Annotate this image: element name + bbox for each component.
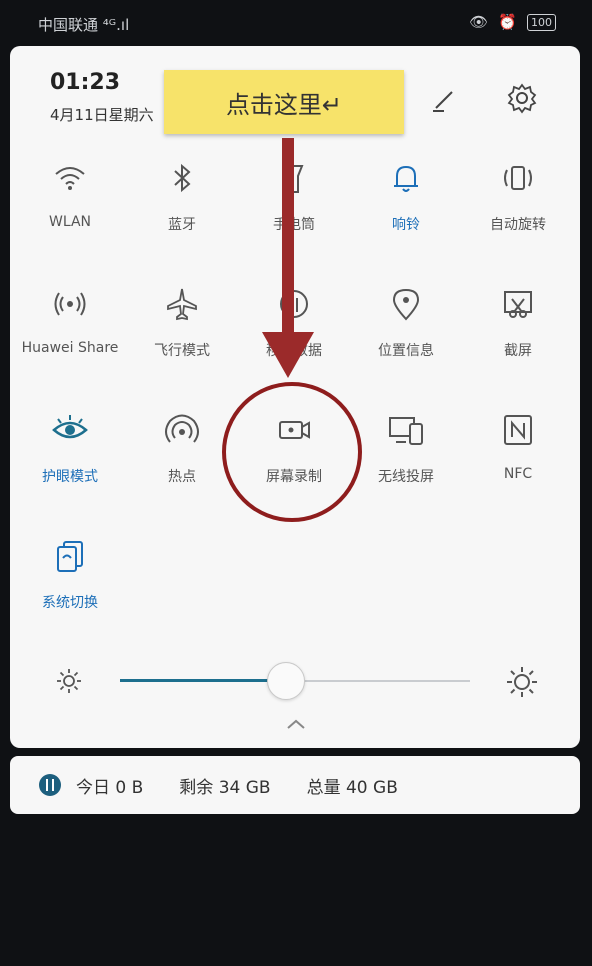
location-icon xyxy=(392,288,420,321)
settings-icon[interactable] xyxy=(506,82,538,114)
tile-airplane[interactable]: 飞行模式 xyxy=(126,284,238,394)
tile-huawei-share[interactable]: Huawei Share xyxy=(14,284,126,394)
system-switch-icon xyxy=(57,541,83,572)
signal-icon: ⁴ᴳ.ıl xyxy=(102,16,130,34)
tile-label: 飞行模式 xyxy=(154,343,210,359)
rotate-icon xyxy=(504,166,532,190)
brightness-low-icon xyxy=(57,669,81,693)
tile-auto-rotate[interactable]: 自动旋转 xyxy=(462,158,574,268)
tile-label: 系统切换 xyxy=(42,595,98,611)
tile-system-switch[interactable]: 系统切换 xyxy=(14,536,126,646)
carrier-label: 中国联通 ⁴ᴳ.ıl xyxy=(38,16,130,34)
flashlight-icon xyxy=(284,165,304,193)
storage-remaining: 剩余 34 GB xyxy=(179,777,271,798)
storage-bar: 今日 0 B 剩余 34 GB 总量 40 GB xyxy=(10,756,580,814)
storage-icon xyxy=(39,774,61,796)
alarm-icon: ⏰ xyxy=(498,13,517,31)
storage-total: 总量 40 GB xyxy=(306,777,398,798)
bluetooth-icon xyxy=(174,163,191,193)
share-icon xyxy=(54,292,86,316)
tile-label: 手电筒 xyxy=(273,217,315,233)
tile-wireless-projection[interactable]: 无线投屏 xyxy=(350,410,462,520)
tile-mobile-data[interactable]: 移动数据 xyxy=(238,284,350,394)
tile-label: Huawei Share xyxy=(21,340,119,356)
tile-label: WLAN xyxy=(48,214,91,230)
brightness-knob[interactable] xyxy=(266,662,305,700)
tile-label: NFC xyxy=(503,466,533,482)
battery-icon: 100 xyxy=(527,13,556,31)
tile-label: 护眼模式 xyxy=(42,469,98,485)
screenshot-icon xyxy=(504,291,532,318)
clock-time: 01:23 xyxy=(50,70,121,95)
airplane-icon xyxy=(167,288,197,321)
tile-hotspot[interactable]: 热点 xyxy=(126,410,238,520)
tile-label: 截屏 xyxy=(504,343,532,359)
tile-eye-comfort[interactable]: 护眼模式 xyxy=(14,410,126,520)
tile-label: 移动数据 xyxy=(266,343,322,359)
callout-note: 点击这里↵ xyxy=(164,70,404,134)
brightness-high-icon xyxy=(507,667,537,697)
nfc-icon xyxy=(504,415,532,445)
tile-screenshot[interactable]: 截屏 xyxy=(462,284,574,394)
chevron-up-icon[interactable] xyxy=(286,718,306,730)
cast-icon xyxy=(389,417,423,445)
tile-label: 蓝牙 xyxy=(168,217,196,233)
status-bar: 中国联通 ⁴ᴳ.ıl 👁 ⏰ 100 xyxy=(0,0,592,46)
screen-record-icon xyxy=(279,421,310,439)
mobile-data-icon xyxy=(280,290,308,318)
tile-flashlight[interactable]: 手电筒 xyxy=(238,158,350,268)
hotspot-icon xyxy=(165,414,199,443)
wifi-icon xyxy=(55,167,85,190)
brightness-slider[interactable] xyxy=(10,656,580,706)
tile-bluetooth[interactable]: 蓝牙 xyxy=(126,158,238,268)
data-usage-today: 今日 0 B xyxy=(76,777,144,798)
quick-settings-panel: 01:23 4月11日星期六 WLAN 蓝牙 手电筒 响铃 自动旋转 Huawe… xyxy=(10,46,580,748)
brightness-fill xyxy=(120,679,285,682)
phone-screen: 中国联通 ⁴ᴳ.ıl 👁 ⏰ 100 01:23 4月11日星期六 WLAN 蓝… xyxy=(0,0,592,966)
edit-icon[interactable] xyxy=(430,84,460,114)
tile-ring[interactable]: 响铃 xyxy=(350,158,462,268)
tile-label: 屏幕录制 xyxy=(266,469,322,485)
eye-comfort-icon: 👁 xyxy=(469,13,489,31)
bell-icon xyxy=(394,165,418,192)
tile-label: 热点 xyxy=(168,469,196,485)
tile-label: 自动旋转 xyxy=(490,217,546,233)
tile-nfc[interactable]: NFC xyxy=(462,410,574,520)
tile-screen-record[interactable]: 屏幕录制 xyxy=(238,410,350,520)
status-icons: 👁 ⏰ 100 xyxy=(469,13,556,31)
tile-label: 位置信息 xyxy=(378,343,434,359)
tile-label: 响铃 xyxy=(392,217,420,233)
clock-date: 4月11日星期六 xyxy=(50,106,154,124)
tile-location[interactable]: 位置信息 xyxy=(350,284,462,394)
tile-wlan[interactable]: WLAN xyxy=(14,158,126,268)
eye-icon xyxy=(52,415,88,439)
tile-label: 无线投屏 xyxy=(378,469,434,485)
